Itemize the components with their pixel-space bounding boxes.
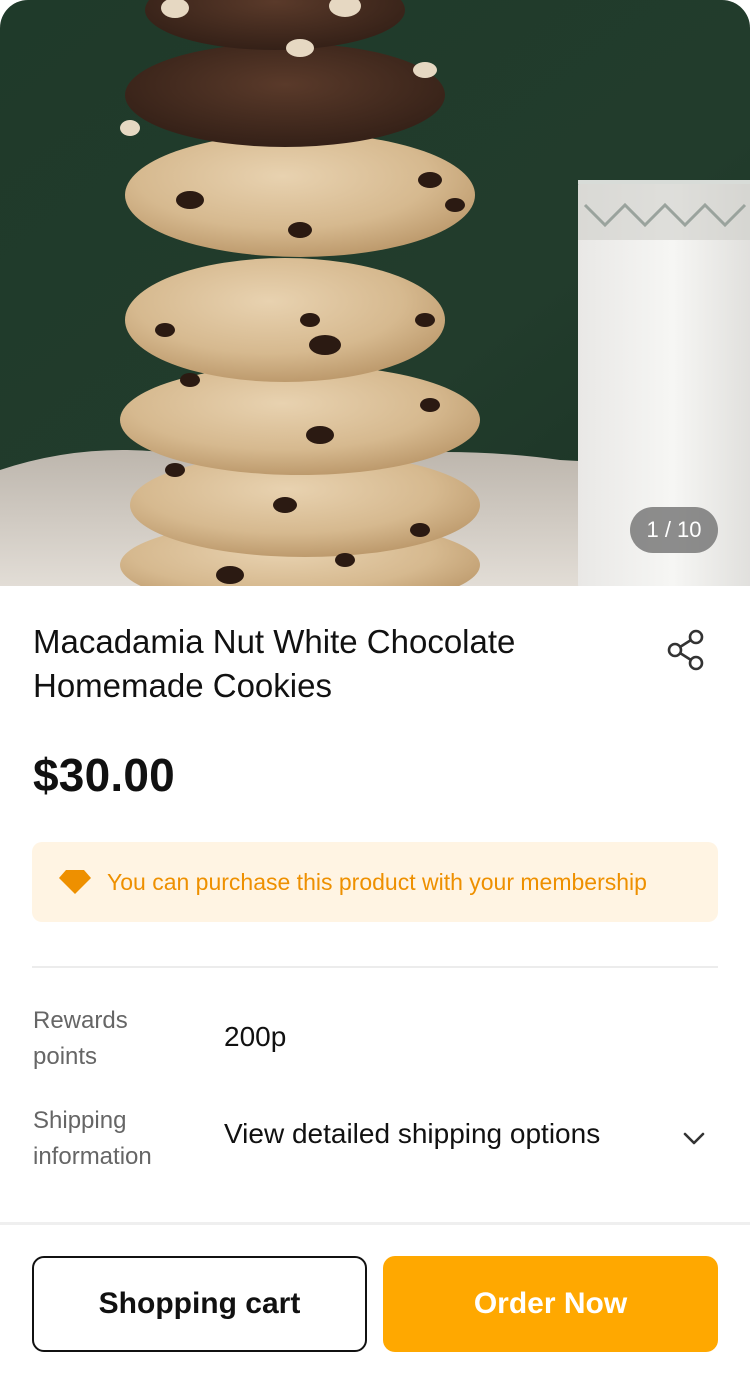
rewards-label-line-1: Rewards <box>33 1007 128 1034</box>
membership-notice: You can purchase this product with your … <box>32 842 718 922</box>
order-now-button[interactable]: Order Now <box>383 1256 718 1352</box>
shipping-information-label: Shipping information <box>33 1103 193 1175</box>
chevron-down-icon[interactable] <box>680 1124 708 1152</box>
product-title-line-1: Macadamia Nut White Chocolate <box>33 623 516 660</box>
rewards-points-label: Rewards points <box>33 1003 193 1075</box>
image-counter-badge: 1 / 10 <box>630 507 718 553</box>
rewards-label-line-2: points <box>33 1043 98 1070</box>
share-button[interactable] <box>664 628 708 672</box>
shopping-cart-button[interactable]: Shopping cart <box>32 1256 367 1352</box>
membership-text: You can purchase this product with your … <box>107 868 647 895</box>
rewards-points-value: 200p <box>224 1021 287 1052</box>
diamond-icon <box>58 869 92 895</box>
product-title: Macadamia Nut White Chocolate Homemade C… <box>33 620 633 708</box>
product-title-line-2: Homemade Cookies <box>33 667 332 704</box>
shipping-label-line-2: information <box>33 1143 152 1170</box>
shipping-label-line-1: Shipping <box>33 1107 127 1134</box>
product-detail-screen: 1 / 10 Macadamia Nut White Chocolate Hom… <box>0 0 750 1400</box>
share-icon <box>667 629 704 671</box>
product-price: $30.00 <box>33 749 175 801</box>
product-image-gallery[interactable]: 1 / 10 <box>0 0 750 586</box>
product-photo <box>0 0 750 586</box>
section-divider <box>32 966 718 968</box>
shipping-options-link[interactable]: View detailed shipping options <box>224 1118 600 1150</box>
